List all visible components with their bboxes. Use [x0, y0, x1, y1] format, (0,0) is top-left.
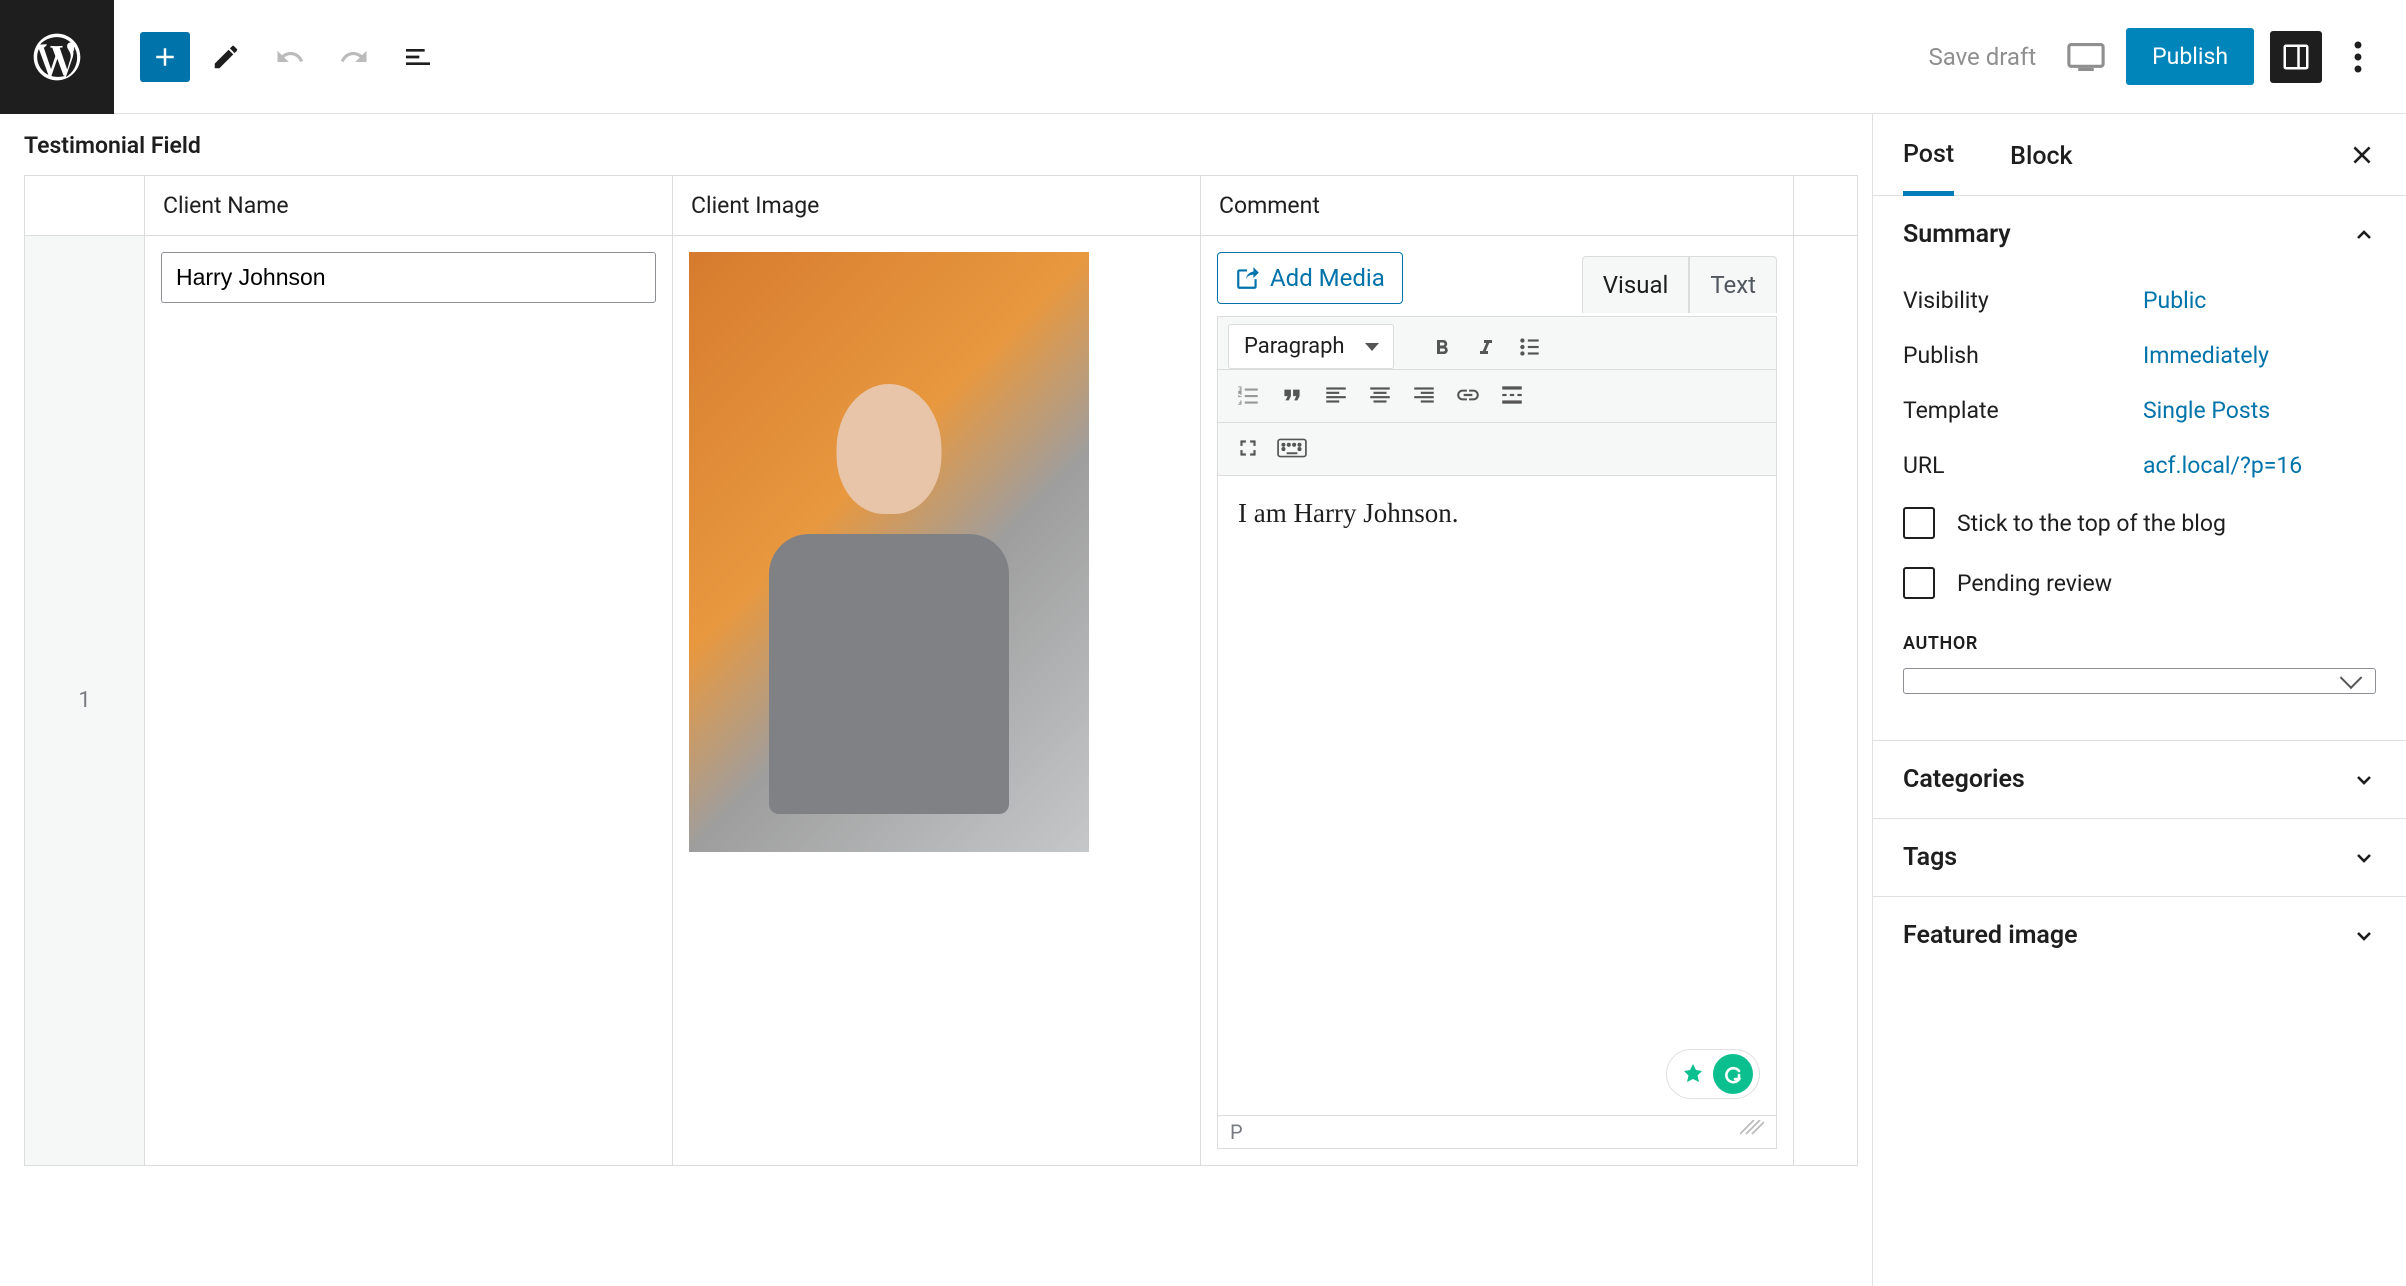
table-row: 1 [25, 236, 1858, 1166]
panel-featured-image-toggle[interactable]: Featured image [1873, 897, 2406, 974]
document-overview-button[interactable] [390, 29, 446, 85]
panel-summary-toggle[interactable]: Summary [1873, 196, 2406, 273]
chevron-up-icon [2352, 223, 2376, 247]
numbered-list-button[interactable] [1228, 375, 1268, 415]
url-value[interactable]: acf.local/?p=16 [2143, 452, 2302, 479]
editor-status-bar: P [1217, 1116, 1777, 1149]
panel-tags-toggle[interactable]: Tags [1873, 819, 2406, 896]
bullet-list-button[interactable] [1510, 327, 1550, 367]
tab-post[interactable]: Post [1903, 114, 1954, 196]
align-right-button[interactable] [1404, 375, 1444, 415]
publish-label: Publish [1903, 342, 2143, 369]
wordpress-logo[interactable] [0, 0, 114, 114]
fullscreen-button[interactable] [1228, 428, 1268, 468]
column-client-name: Client Name [145, 176, 673, 236]
publish-value[interactable]: Immediately [2143, 342, 2269, 369]
preview-button[interactable] [2062, 33, 2110, 81]
blockquote-button[interactable] [1272, 375, 1312, 415]
cell-client-image [673, 236, 1201, 1166]
acf-field-title: Testimonial Field [0, 114, 1872, 175]
cell-client-name [145, 236, 673, 1166]
format-select[interactable]: Paragraph [1228, 324, 1394, 369]
editor-toolbar-row3 [1217, 423, 1777, 476]
cell-comment: Add Media Visual Text Paragraph [1201, 236, 1794, 1166]
panel-summary: Visibility Public Publish Immediately Te… [1873, 273, 2406, 718]
undo-button [262, 29, 318, 85]
column-actions [1794, 176, 1858, 236]
redo-button [326, 29, 382, 85]
bold-button[interactable] [1422, 327, 1462, 367]
editor-toolbar-row1: Paragraph [1217, 316, 1777, 370]
visibility-label: Visibility [1903, 287, 2143, 314]
keyboard-button[interactable] [1272, 428, 1312, 468]
add-media-button[interactable]: Add Media [1217, 252, 1403, 304]
url-label: URL [1903, 452, 2143, 479]
resize-handle-icon[interactable] [1740, 1120, 1764, 1136]
add-media-label: Add Media [1270, 264, 1385, 292]
more-options-button[interactable] [2338, 33, 2378, 81]
settings-sidebar: Post Block Summary Visibility Public Pub [1872, 114, 2406, 1286]
chevron-down-icon [2352, 846, 2376, 870]
editor-content-area: Testimonial Field Client Name Client Ima… [0, 114, 1872, 1286]
column-comment: Comment [1201, 176, 1794, 236]
edit-mode-icon[interactable] [198, 29, 254, 85]
visibility-value[interactable]: Public [2143, 287, 2206, 314]
template-value[interactable]: Single Posts [2143, 397, 2270, 424]
column-client-image: Client Image [673, 176, 1201, 236]
client-image-preview[interactable] [689, 252, 1089, 852]
stick-label: Stick to the top of the blog [1957, 510, 2226, 537]
chevron-down-icon [2352, 924, 2376, 948]
grammarly-icon[interactable] [1713, 1054, 1753, 1094]
stick-checkbox[interactable] [1903, 507, 1935, 539]
editor-path: P [1230, 1120, 1243, 1144]
add-block-button[interactable] [140, 32, 190, 82]
save-draft-button[interactable]: Save draft [1918, 33, 2046, 81]
tab-block[interactable]: Block [2010, 116, 2072, 193]
client-name-input[interactable] [161, 252, 656, 303]
top-toolbar: Save draft Publish [0, 0, 2406, 114]
acf-repeater-table: Client Name Client Image Comment 1 [24, 175, 1858, 1166]
link-button[interactable] [1448, 375, 1488, 415]
close-sidebar-button[interactable] [2334, 127, 2390, 183]
align-center-button[interactable] [1360, 375, 1400, 415]
editor-tab-text[interactable]: Text [1689, 256, 1777, 313]
wysiwyg-content[interactable]: I am Harry Johnson. [1217, 476, 1777, 1116]
pending-label: Pending review [1957, 570, 2112, 597]
helper-icon[interactable] [1673, 1054, 1713, 1094]
editor-helper-badges [1666, 1049, 1760, 1099]
row-number[interactable]: 1 [25, 236, 145, 1166]
chevron-down-icon [2352, 768, 2376, 792]
template-label: Template [1903, 397, 2143, 424]
settings-sidebar-toggle[interactable] [2270, 31, 2322, 83]
editor-tab-visual[interactable]: Visual [1582, 256, 1690, 313]
editor-toolbar-row2 [1217, 370, 1777, 423]
author-heading: AUTHOR [1903, 613, 2376, 668]
author-select[interactable] [1903, 668, 2376, 694]
pending-checkbox[interactable] [1903, 567, 1935, 599]
column-order [25, 176, 145, 236]
italic-button[interactable] [1466, 327, 1506, 367]
row-actions[interactable] [1794, 236, 1858, 1166]
align-left-button[interactable] [1316, 375, 1356, 415]
publish-button[interactable]: Publish [2126, 28, 2254, 85]
panel-categories-toggle[interactable]: Categories [1873, 741, 2406, 818]
read-more-button[interactable] [1492, 375, 1532, 415]
